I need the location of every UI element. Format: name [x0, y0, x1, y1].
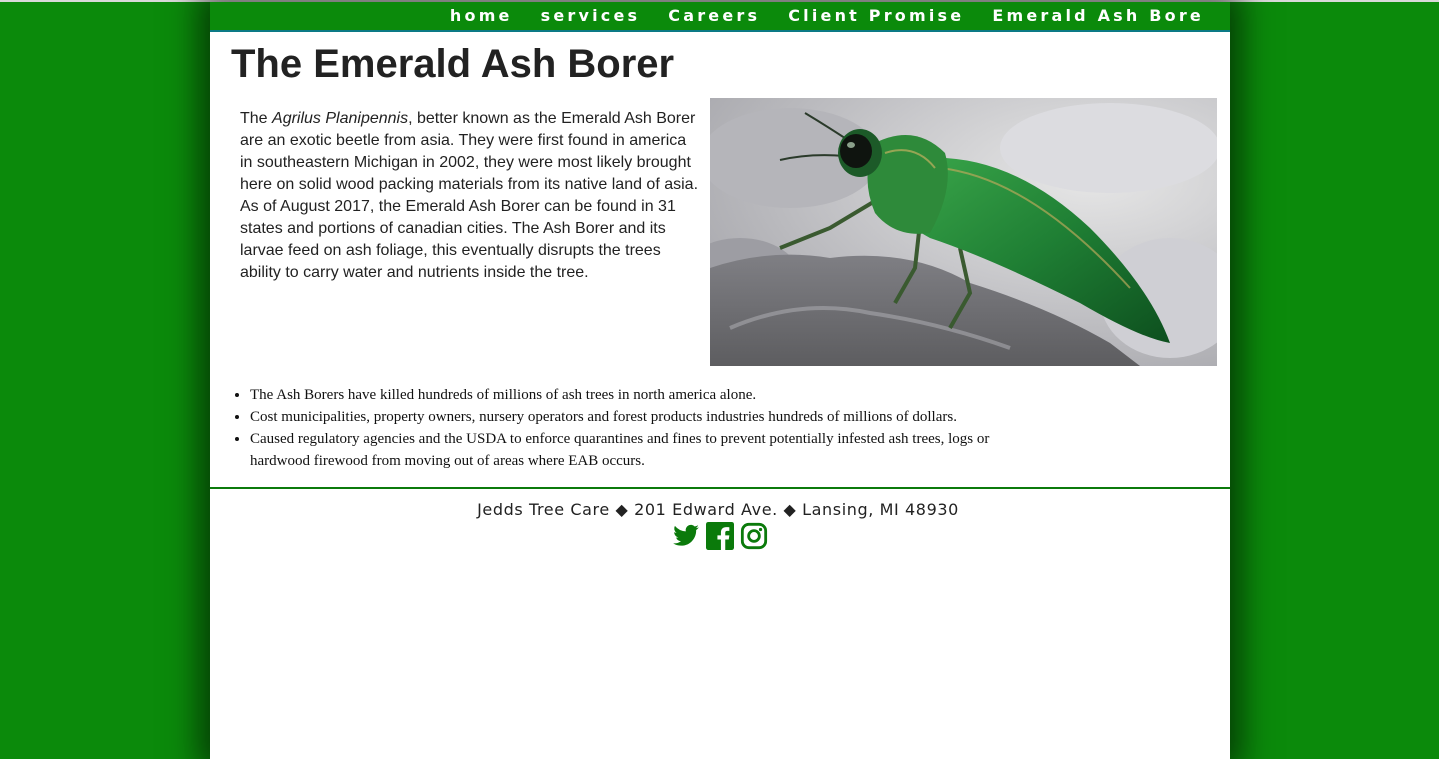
top-navigation: home services Careers Client Promise Eme…	[210, 2, 1230, 32]
social-links	[210, 522, 1230, 550]
fact-item: The Ash Borers have killed hundreds of m…	[250, 384, 990, 406]
footer-address: Jedds Tree Care ◆ 201 Edward Ave. ◆ Lans…	[477, 500, 959, 519]
fact-item: Caused regulatory agencies and the USDA …	[250, 428, 990, 472]
nav-emerald-ash-bore[interactable]: Emerald Ash Bore	[992, 4, 1204, 28]
beetle-illustration	[710, 103, 1217, 366]
fact-item: Cost municipalities, property owners, nu…	[250, 406, 990, 428]
instagram-icon[interactable]	[740, 522, 768, 550]
nav-services[interactable]: services	[541, 4, 641, 28]
emerald-ash-borer-photo	[710, 98, 1217, 366]
intro-lead: The	[240, 110, 273, 127]
nav-careers[interactable]: Careers	[668, 4, 760, 28]
twitter-icon[interactable]	[672, 522, 700, 550]
facebook-icon[interactable]	[706, 522, 734, 550]
page-container: home services Careers Client Promise Eme…	[210, 2, 1230, 759]
facts-list: The Ash Borers have killed hundreds of m…	[210, 384, 990, 472]
footer-divider	[210, 487, 1230, 489]
nav-client-promise[interactable]: Client Promise	[788, 4, 964, 28]
intro-body: , better known as the Emerald Ash Borer …	[240, 110, 699, 281]
nav-home[interactable]: home	[450, 4, 513, 28]
scientific-name: Agrilus Planipennis	[272, 110, 409, 127]
page-title: The Emerald Ash Borer	[231, 42, 675, 86]
intro-paragraph: The Agrilus Planipennis, better known as…	[240, 108, 698, 284]
